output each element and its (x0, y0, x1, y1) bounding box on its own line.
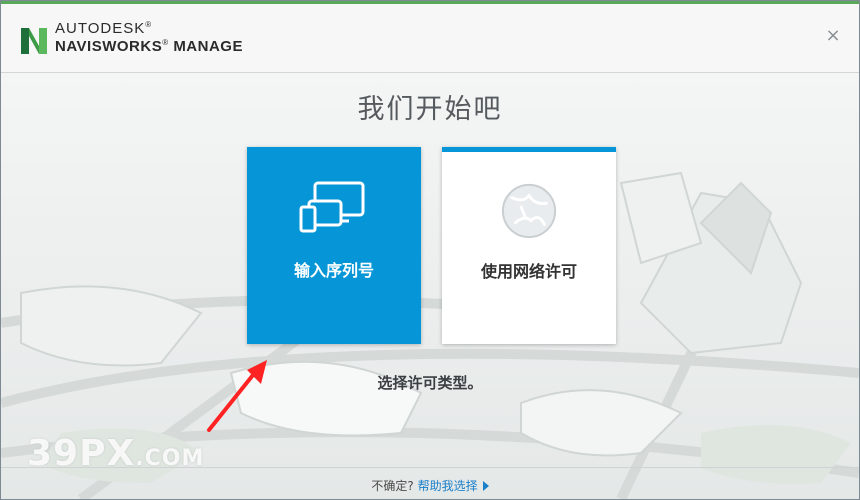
red-annotation-arrow-icon (207, 360, 267, 432)
product-name: NAVISWORKS® MANAGE (55, 38, 243, 55)
play-arrow-icon[interactable] (482, 481, 489, 491)
footer: 不确定? 帮助我选择 (1, 477, 859, 494)
close-button[interactable]: × (825, 27, 841, 45)
license-window: AUTODESK® NAVISWORKS® MANAGE × 我们开始吧 输入序… (0, 0, 860, 500)
devices-icon (299, 181, 365, 233)
autodesk-n-logo-icon (21, 28, 47, 54)
header: AUTODESK® NAVISWORKS® MANAGE × (1, 4, 859, 73)
unsure-prompt: 不确定? (371, 479, 414, 493)
use-network-license-label: 使用网络许可 (480, 262, 577, 281)
choose-license-type-text: 选择许可类型。 (377, 374, 483, 392)
page-title: 我们开始吧 (357, 94, 503, 125)
use-network-license-card[interactable]: 使用网络许可 (442, 147, 616, 344)
help-me-choose-link[interactable]: 帮助我选择 (418, 479, 478, 493)
enter-serial-number-card[interactable]: 输入序列号 (247, 147, 421, 344)
enter-serial-number-label: 输入序列号 (293, 261, 374, 280)
brand-name: AUTODESK® (55, 20, 153, 37)
footer-divider (1, 467, 859, 468)
network-globe-icon (501, 183, 557, 239)
